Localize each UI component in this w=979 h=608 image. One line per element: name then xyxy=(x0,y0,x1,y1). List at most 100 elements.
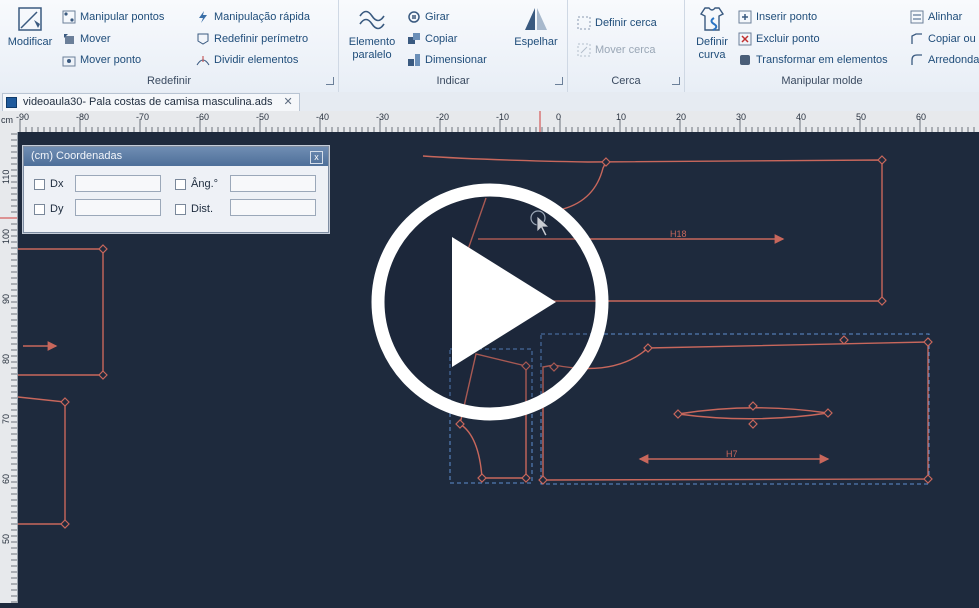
transformar-em-elementos-label: Transformar em elementos xyxy=(756,54,888,66)
ruler-tick-label: 0 xyxy=(556,112,561,122)
manipular-pontos-button[interactable]: Manipular pontos xyxy=(62,8,164,26)
girar-button[interactable]: Girar xyxy=(407,8,449,26)
ang-field[interactable] xyxy=(230,175,316,192)
split-icon xyxy=(196,56,210,66)
ruler-tick-label: -60 xyxy=(196,112,209,122)
definir-cerca-button[interactable]: Definir cerca xyxy=(577,14,657,32)
ribbon-toolbar: Modificar Manipular pontos Mover Mover p… xyxy=(0,0,979,93)
control-point xyxy=(673,409,683,419)
dist-checkbox[interactable] xyxy=(175,203,186,215)
manipulacao-rapida-button[interactable]: Manipulação rápida xyxy=(196,8,310,26)
espelhar-label: Espelhar xyxy=(514,36,558,48)
control-point xyxy=(98,244,108,254)
ruler-unit-label: cm xyxy=(1,115,13,125)
excluir-ponto-button[interactable]: Excluir ponto xyxy=(738,30,820,48)
dy-field[interactable] xyxy=(75,199,161,216)
definir-curva-button[interactable]: Definir curva xyxy=(691,4,733,62)
ang-row: Âng.° xyxy=(175,178,218,190)
ruler-tick-label: 60 xyxy=(1,474,11,484)
group-indicar: Elemento paralelo Girar Copiar Dimension… xyxy=(339,0,568,92)
group-launcher-icon[interactable] xyxy=(326,77,334,85)
document-tab-title: videoaula30- Pala costas de camisa mascu… xyxy=(23,96,273,108)
copiar-ou-button[interactable]: Copiar ou xyxy=(910,30,976,48)
transformar-em-elementos-button[interactable]: Transformar em elementos xyxy=(738,51,888,69)
mover-ponto-button[interactable]: Mover ponto xyxy=(62,51,141,69)
dy-row: Dy xyxy=(34,203,63,215)
ruler-tick-label: -10 xyxy=(496,112,509,122)
modificar-label: Modificar xyxy=(7,36,53,48)
alinhar-button[interactable]: Alinhar xyxy=(910,8,962,26)
ruler-tick-label: -50 xyxy=(256,112,269,122)
group-launcher-icon[interactable] xyxy=(555,77,563,85)
ang-checkbox[interactable] xyxy=(175,178,186,190)
ruler-tick-label: 110 xyxy=(1,170,11,184)
pattern-piece-left-lower xyxy=(17,396,66,525)
redefinir-perimetro-label: Redefinir perímetro xyxy=(214,33,309,45)
ruler-tick-label: -90 xyxy=(16,112,29,122)
girar-label: Girar xyxy=(425,11,450,23)
dx-field[interactable] xyxy=(75,175,161,192)
dx-row: Dx xyxy=(34,178,63,190)
definir-cerca-label: Definir cerca xyxy=(595,17,657,29)
control-point xyxy=(748,401,758,411)
elemento-paralelo-label-1: Elemento xyxy=(348,36,396,48)
ruler-tick-label: 50 xyxy=(856,112,866,122)
mover-cerca-button[interactable]: Mover cerca xyxy=(577,41,656,59)
coordinates-panel[interactable]: (cm) Coordenadas x Dx Dy Âng.° Dist. xyxy=(23,146,329,233)
resize-icon xyxy=(408,54,420,67)
dx-label: Dx xyxy=(50,178,64,190)
espelhar-button[interactable]: Espelhar xyxy=(511,4,561,49)
align-icon xyxy=(910,10,924,24)
mover-button[interactable]: Mover xyxy=(62,30,111,48)
redefinir-perimetro-button[interactable]: Redefinir perímetro xyxy=(196,30,308,48)
ruler-tick-label: 10 xyxy=(616,112,626,122)
lightning-icon xyxy=(199,11,207,24)
copiar-ou-label: Copiar ou xyxy=(928,33,976,45)
modificar-button[interactable]: Modificar xyxy=(4,4,56,49)
dividir-elementos-label: Dividir elementos xyxy=(214,54,299,66)
elemento-paralelo-button[interactable]: Elemento paralelo xyxy=(347,4,397,62)
copiar-label: Copiar xyxy=(425,33,458,45)
ruler-tick-label: -30 xyxy=(376,112,389,122)
horizontal-ruler-scale: cm -90 -80 -70 -60 -50 -40 -30 -20 -10 0 10 20 30 40 50… xyxy=(1,111,975,132)
fence-icon xyxy=(577,16,591,30)
elemento-paralelo-label-2: paralelo xyxy=(352,49,392,61)
move-icon xyxy=(64,34,74,45)
dividir-elementos-button[interactable]: Dividir elementos xyxy=(196,51,298,69)
dist-field[interactable] xyxy=(230,199,316,216)
dimensionar-label: Dimensionar xyxy=(425,54,487,66)
control-point xyxy=(877,296,887,306)
dy-checkbox[interactable] xyxy=(34,203,45,215)
dimensionar-button[interactable]: Dimensionar xyxy=(407,51,487,69)
control-point xyxy=(477,473,487,483)
control-point xyxy=(601,157,611,167)
ruler-tick-label: 70 xyxy=(1,414,11,424)
control-point xyxy=(98,370,108,380)
document-tab[interactable]: videoaula30- Pala costas de camisa mascu… xyxy=(2,93,300,111)
round-corner-icon xyxy=(911,54,922,66)
close-tab-icon[interactable]: ✕ xyxy=(284,96,293,108)
ruler-tick-label: 100 xyxy=(1,229,11,244)
copiar-button[interactable]: Copiar xyxy=(407,30,457,48)
group-launcher-icon[interactable] xyxy=(672,77,680,85)
arredonda-button[interactable]: Arredonda xyxy=(910,51,979,69)
coordinates-panel-title: (cm) Coordenadas xyxy=(31,150,123,162)
coordinates-panel-titlebar[interactable]: (cm) Coordenadas x xyxy=(24,147,328,166)
ang-label: Âng.° xyxy=(191,178,219,190)
definir-curva-label-1: Definir xyxy=(696,36,728,48)
ruler-tick-label: -20 xyxy=(436,112,449,122)
dx-checkbox[interactable] xyxy=(34,178,45,190)
control-point xyxy=(923,474,933,484)
ruler-tick-label: 90 xyxy=(1,294,11,304)
close-icon[interactable]: x xyxy=(310,151,323,164)
control-point xyxy=(839,335,849,345)
control-point xyxy=(521,473,531,483)
modify-icon xyxy=(18,7,42,31)
move-fence-icon xyxy=(577,43,591,57)
rotate-icon xyxy=(408,11,420,23)
inserir-ponto-button[interactable]: Inserir ponto xyxy=(738,8,817,26)
play-icon[interactable] xyxy=(370,182,610,422)
inserir-ponto-label: Inserir ponto xyxy=(756,11,818,23)
control-point xyxy=(923,337,933,347)
move-point-icon xyxy=(62,56,76,67)
